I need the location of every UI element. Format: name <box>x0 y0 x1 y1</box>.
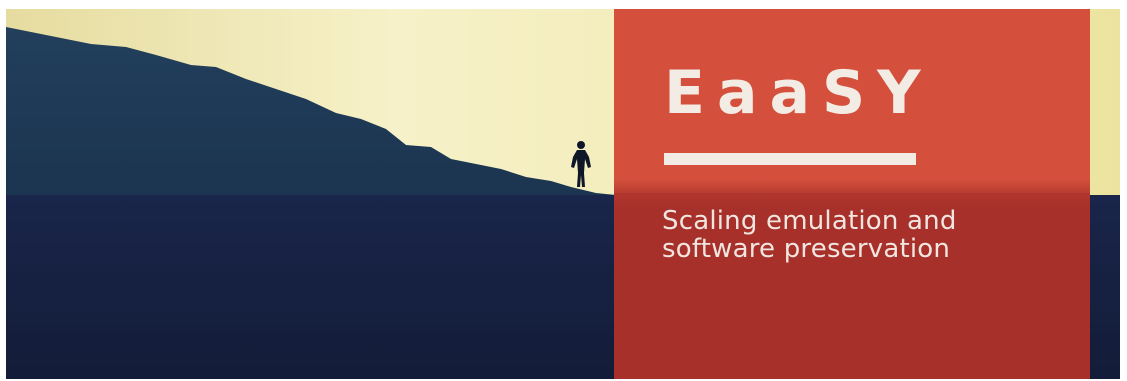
title-panel: EaaSY Scaling emulation and software pre… <box>614 9 1090 379</box>
title-underline <box>664 153 916 165</box>
header-banner: EaaSY Scaling emulation and software pre… <box>6 9 1120 379</box>
subtitle-line-1: Scaling emulation and <box>662 206 957 236</box>
panel-horizon-blend <box>614 179 1090 209</box>
banner-subtitle: Scaling emulation and software preservat… <box>662 207 1082 263</box>
banner-title: EaaSY <box>664 58 933 128</box>
subtitle-line-2: software preservation <box>662 234 951 264</box>
